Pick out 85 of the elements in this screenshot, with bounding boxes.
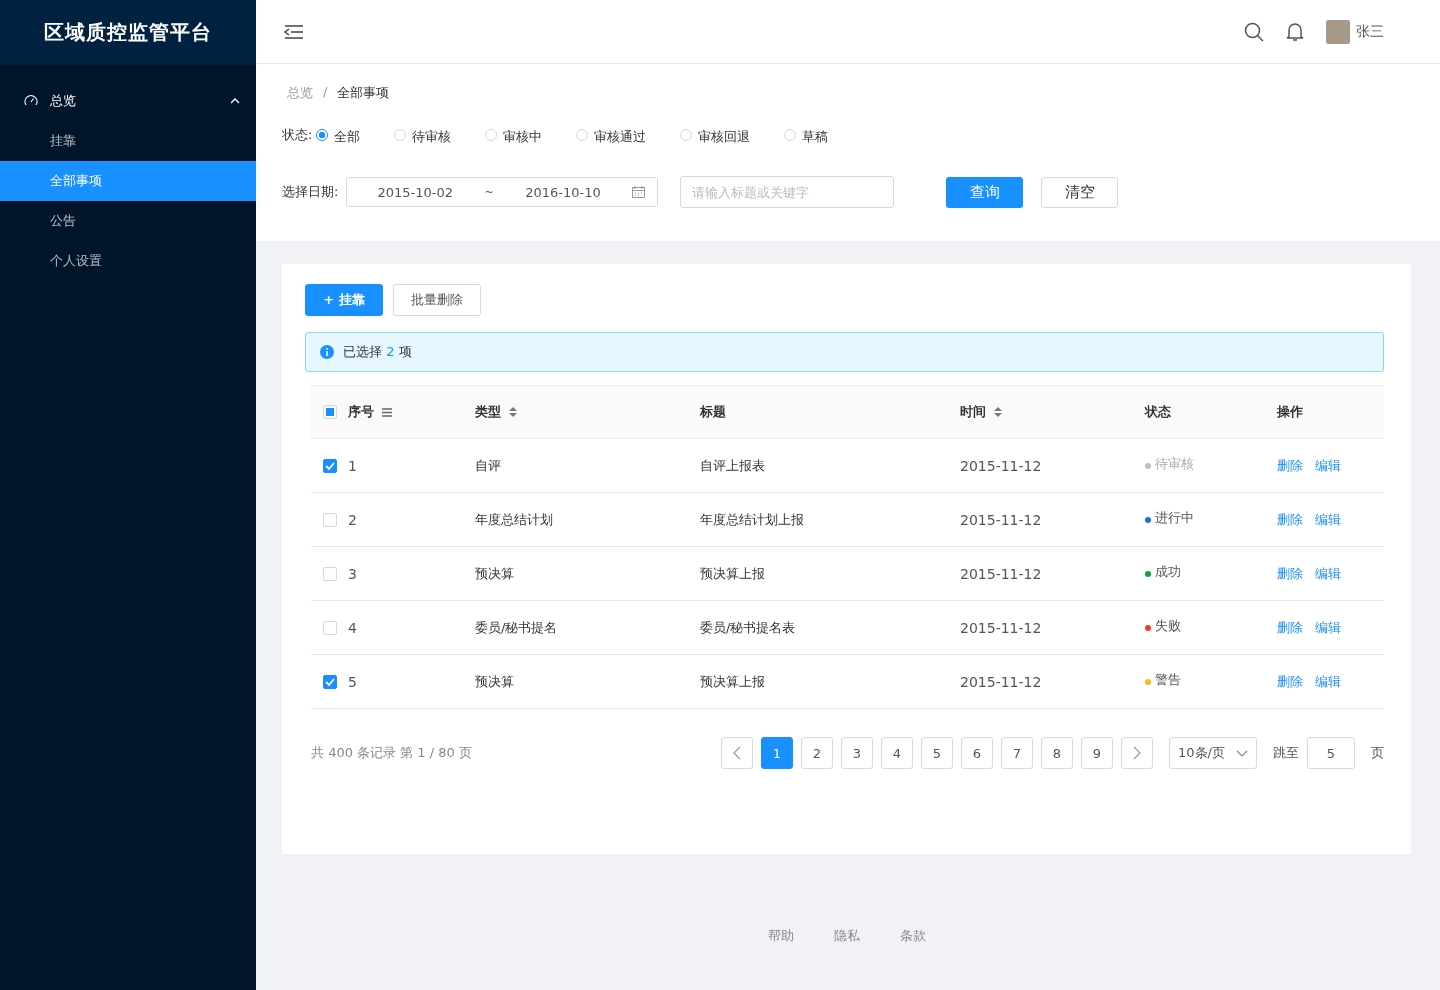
previous-page-button[interactable] — [721, 737, 753, 769]
table-cell: 预决算 — [475, 564, 514, 583]
status-radio[interactable]: 全部 — [316, 124, 361, 146]
status-radio[interactable]: 草稿 — [784, 124, 829, 146]
date-label: 选择日期: — [282, 183, 339, 201]
row-checkbox[interactable] — [322, 458, 337, 473]
table-cell: 委员/秘书提名表 — [700, 618, 796, 637]
status-radio[interactable]: 待审核 — [394, 124, 452, 146]
table-cell: 预决算上报 — [700, 672, 765, 691]
table-cell: 委员/秘书提名 — [475, 618, 558, 637]
column-header: 操作 — [1277, 403, 1303, 421]
page-suffix: 页 — [1371, 744, 1384, 762]
search-icon[interactable] — [1244, 21, 1264, 42]
menu-item[interactable]: 公告 — [0, 201, 256, 241]
avatar[interactable] — [1326, 19, 1350, 44]
column-header: 序号 — [348, 403, 374, 421]
table-cell: 3 — [348, 565, 357, 582]
page-button[interactable]: 4 — [881, 737, 913, 769]
calendar-icon — [632, 186, 646, 198]
status-radio[interactable]: 审核回退 — [680, 124, 751, 146]
info-icon — [320, 345, 334, 359]
column-header: 状态 — [1145, 403, 1171, 421]
table-cell: 2015-11-12 — [960, 619, 1042, 636]
dashboard-icon — [24, 94, 38, 108]
batch-delete-button[interactable]: 批量删除 — [393, 284, 481, 316]
column-header: 类型 — [475, 403, 501, 421]
next-page-button[interactable] — [1121, 737, 1153, 769]
app-title: 区域质控监管平台 — [0, 0, 256, 65]
page-button[interactable]: 9 — [1081, 737, 1113, 769]
status-radio[interactable]: 审核中 — [485, 124, 543, 146]
table-cell: 预决算 — [475, 672, 514, 691]
menu-item[interactable]: 挂靠 — [0, 121, 256, 161]
table-cell: 2015-11-12 — [960, 511, 1042, 528]
breadcrumb-separator: / — [323, 84, 328, 101]
status-text: 警告 — [1155, 670, 1181, 689]
table-cell: 年度总结计划 — [475, 510, 553, 529]
table-cell: 2 — [348, 511, 357, 528]
menu-item[interactable]: 个人设置 — [0, 241, 256, 281]
breadcrumb-item: 全部事项 — [337, 84, 390, 102]
bell-icon[interactable] — [1286, 21, 1304, 42]
status-text: 进行中 — [1155, 508, 1194, 527]
status-text: 失败 — [1155, 616, 1181, 635]
page-button[interactable]: 7 — [1001, 737, 1033, 769]
jump-page-input[interactable]: 5 — [1307, 737, 1355, 769]
page-button[interactable]: 5 — [921, 737, 953, 769]
table-cell: 5 — [348, 673, 357, 690]
table-cell: 年度总结计划上报 — [700, 510, 804, 529]
page-button[interactable]: 6 — [961, 737, 993, 769]
row-checkbox[interactable] — [322, 674, 337, 689]
status-text: 成功 — [1155, 562, 1181, 581]
table-cell: 2015-11-12 — [960, 565, 1042, 582]
sort-icon[interactable] — [994, 407, 1002, 417]
sort-icon[interactable] — [509, 407, 517, 417]
table-cell: 1 — [348, 457, 357, 474]
user-name[interactable]: 张三 — [1356, 22, 1384, 41]
status-text: 待审核 — [1155, 454, 1194, 473]
page-button[interactable]: 8 — [1041, 737, 1073, 769]
column-header: 标题 — [700, 403, 726, 421]
status-radio[interactable]: 审核通过 — [576, 124, 647, 146]
table-cell: 4 — [348, 619, 357, 636]
chevron-right-icon — [1133, 746, 1141, 760]
table-cell: 2015-11-12 — [960, 457, 1042, 474]
clear-button[interactable]: 清空 — [1041, 176, 1119, 208]
chevron-down-icon — [1236, 749, 1248, 757]
column-header: 时间 — [960, 403, 986, 421]
record-summary: 共 400 条记录 第 1 / 80 页 — [311, 744, 472, 762]
page-button[interactable]: 3 — [841, 737, 873, 769]
status-label: 状态: — [282, 126, 313, 144]
chevron-icon — [230, 98, 240, 104]
table-cell: 自评上报表 — [700, 456, 765, 475]
keyword-input[interactable]: 请输入标题或关键字 — [680, 176, 895, 208]
table-cell: 2015-11-12 — [960, 673, 1042, 690]
select-all-checkbox[interactable] — [322, 405, 337, 419]
selection-text: 已选择 2 项 — [343, 343, 412, 361]
menu-item[interactable]: 总览 — [0, 81, 256, 121]
menu-fold-icon[interactable] — [284, 23, 304, 40]
page-size-select[interactable]: 10条/页 — [1169, 737, 1257, 769]
page-button[interactable]: 2 — [801, 737, 833, 769]
table-cell: 自评 — [475, 456, 501, 475]
table-cell: 预决算上报 — [700, 564, 765, 583]
filter-icon[interactable] — [382, 407, 392, 417]
jump-label: 跳至 — [1273, 744, 1299, 762]
chevron-left-icon — [733, 746, 741, 760]
radio-circle[interactable] — [316, 129, 329, 141]
date-range-field[interactable]: 2015-10-02 ~ 2016-10-10 — [346, 177, 659, 207]
